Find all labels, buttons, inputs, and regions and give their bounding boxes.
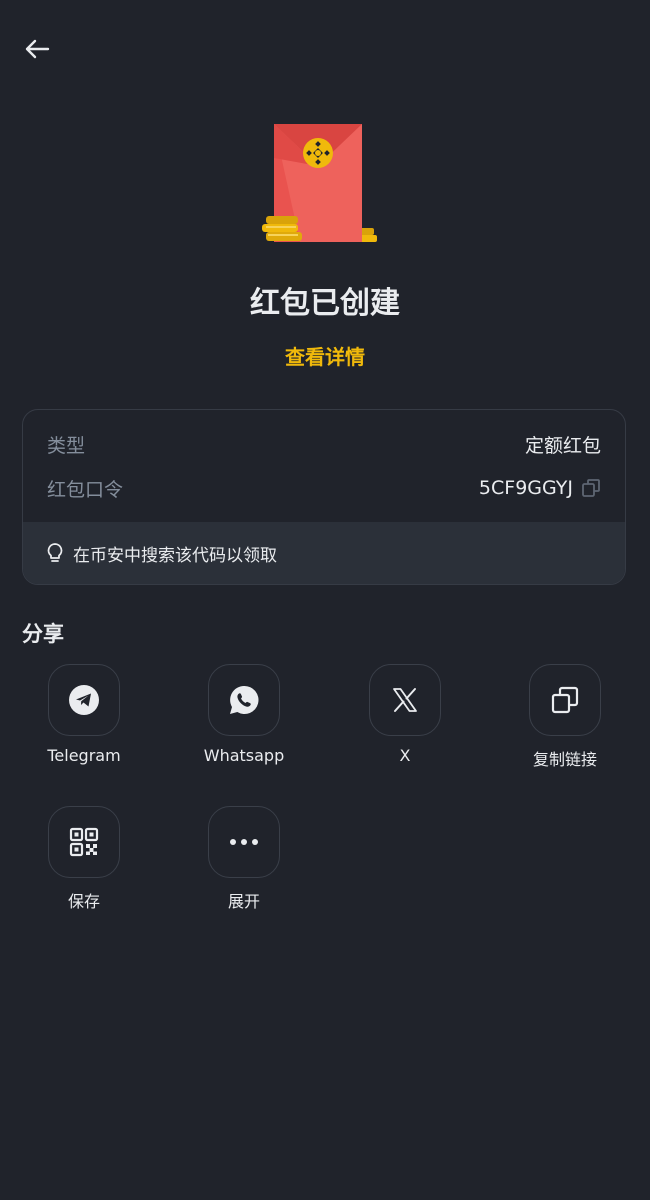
arrow-left-icon [25,39,50,59]
lightbulb-icon [45,542,65,564]
code-row: 红包口令 5CF9GGYJ [47,472,601,504]
share-x-button[interactable]: X [345,664,465,765]
more-icon [230,839,258,845]
code-label: 红包口令 [47,478,124,501]
share-copy-link-button[interactable]: 复制链接 [505,664,625,770]
share-whatsapp-circle [208,664,280,736]
type-label: 类型 [47,434,86,457]
share-x-circle [369,664,441,736]
share-save-circle [48,806,120,878]
copy-icon [551,686,579,714]
share-telegram-circle [48,664,120,736]
type-row: 类型 定额红包 [47,428,601,460]
qr-code-icon [69,827,99,857]
x-icon [393,688,417,712]
share-title: 分享 [22,622,64,646]
telegram-icon [69,685,99,715]
share-copy-link-label: 复制链接 [532,750,597,769]
share-whatsapp-button[interactable]: Whatsapp [184,664,304,765]
share-more-circle [208,806,280,878]
hero-illustration [0,118,650,248]
share-more-label: 展开 [227,892,260,911]
hint-bar: 在币安中搜索该代码以领取 [23,522,625,584]
code-value-wrap: 5CF9GGYJ [479,477,601,499]
share-more-button[interactable]: 展开 [184,806,304,912]
view-details-link[interactable]: 查看详情 [0,341,650,370]
copy-code-button[interactable] [581,478,601,498]
share-telegram-button[interactable]: Telegram [24,664,144,765]
share-save-label: 保存 [67,892,100,911]
page-title: 红包已创建 [250,286,400,321]
back-button[interactable] [22,34,52,64]
red-envelope-icon [262,124,377,242]
info-card: 类型 定额红包 红包口令 5CF9GGYJ 在币安中搜索该代码以领取 [22,409,626,585]
share-x-label: X [399,746,411,765]
code-value: 5CF9GGYJ [478,477,573,499]
type-value: 定额红包 [524,434,601,457]
share-telegram-label: Telegram [47,746,121,765]
share-copy-link-circle [529,664,601,736]
share-save-button[interactable]: 保存 [24,806,144,912]
whatsapp-icon [230,685,259,714]
hint-text: 在币安中搜索该代码以领取 [73,545,277,566]
share-whatsapp-label: Whatsapp [203,746,285,765]
copy-icon [582,479,600,497]
